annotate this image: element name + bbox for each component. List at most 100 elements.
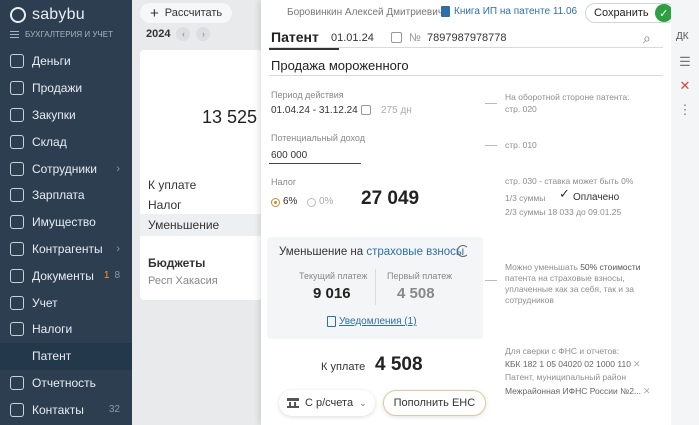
patent-number-field[interactable]: 7897987978778 (427, 32, 507, 44)
dk-button[interactable]: ДК (676, 31, 689, 42)
rate-0-radio[interactable] (307, 198, 316, 207)
budget-region: Респ Хакасия (148, 275, 218, 287)
check-icon: ✓ (654, 4, 673, 22)
notifications-link[interactable]: Уведомления (1) (339, 316, 417, 327)
sidebar-item-money[interactable]: Деньги (0, 48, 132, 75)
calendar-icon[interactable] (391, 32, 402, 43)
ifns-value[interactable]: Межрайонная ИФНС России №2... (505, 386, 641, 396)
paperclip-icon[interactable]: ⌕ (643, 30, 651, 47)
sidebar-item-contractors[interactable]: Контрагенты › (0, 236, 132, 263)
number-sign: № (409, 32, 421, 44)
reduction-note-line-3: уплаченные как за себя, так и за (505, 284, 635, 294)
warning-count: 1 (103, 270, 110, 282)
divider (269, 47, 663, 48)
sidebar-item-contacts[interactable]: Контакты 32 (0, 396, 132, 423)
year-label: 2024 (146, 28, 171, 40)
insurance-contributions-link[interactable]: страховые взносы (366, 246, 464, 258)
refresh-icon[interactable] (457, 245, 469, 257)
patent-panel: Боровинкин Алексей Дмитриевич Книга ИП н… (261, 0, 676, 425)
patent-municipality-note: Патент, муниципальный район (505, 372, 627, 382)
purchases-icon (10, 107, 24, 122)
sidebar-item-label: Закупки (32, 107, 76, 122)
first-payment-label: Первый платеж (387, 271, 453, 281)
calendar-icon[interactable] (361, 105, 371, 115)
sidebar-item-property[interactable]: Имущество (0, 209, 132, 236)
chevron-left-icon[interactable]: ‹ (176, 27, 191, 41)
sidebar-item-sales[interactable]: Продажи (0, 75, 132, 102)
sidebar-item-label: Склад (32, 134, 67, 149)
pay-from-account-dropdown[interactable]: С р/счета ⌄ (279, 390, 375, 416)
tax-amount: 27 049 (361, 188, 420, 209)
brand-name: sabybu (32, 6, 85, 23)
sidebar-item-patent[interactable]: Патент (0, 342, 132, 370)
current-payment-value: 9 016 (313, 285, 351, 302)
sidebar-item-accounting[interactable]: Учет (0, 289, 132, 316)
book-link[interactable]: Книга ИП на патенте 11.06 (441, 6, 577, 17)
reduction-note-text: Можно уменьшать (505, 262, 578, 272)
sidebar-item-documents[interactable]: Документы 1 8 (0, 262, 132, 289)
to-pay-amount: 4 508 (375, 354, 423, 375)
more-icon[interactable]: ⋮ (678, 102, 692, 118)
reduction-title: Уменьшение на страховые взносы (279, 246, 464, 258)
sidebar-item-label: Сотрудники (32, 161, 97, 176)
sidebar-item-label: Отчетность (32, 375, 96, 390)
fns-note: Для сверки с ФНС и отчетов: (505, 346, 620, 356)
connector-line (485, 280, 497, 281)
sidebar-item-label: Контрагенты (32, 241, 103, 256)
filter-icon[interactable]: ☰ (678, 54, 692, 70)
sidebar-item-taxes[interactable]: Налоги (0, 316, 132, 343)
summary-row-reduction[interactable]: Уменьшение (140, 214, 262, 236)
year-switcher: 2024 ‹ › (146, 27, 211, 41)
row-label: Уменьшение (148, 218, 220, 232)
save-button[interactable]: Сохранить ✓ (585, 3, 676, 23)
menu-icon (10, 31, 19, 38)
summary-row-to-pay[interactable]: К уплате (140, 174, 262, 196)
to-pay-label: К уплате (321, 361, 366, 373)
reduction-note-line-4: сотрудников (505, 295, 554, 305)
summary-row-tax[interactable]: Налог (140, 194, 262, 216)
sidebar-item-label: Деньги (32, 54, 71, 69)
tax-label: Налог (271, 177, 297, 187)
brand-logo[interactable]: sabybu (10, 4, 85, 26)
delete-icon[interactable]: ✕ (678, 78, 692, 94)
row-label: Налог (148, 198, 182, 212)
calculate-label: Рассчитать (164, 7, 223, 19)
sidebar-item-salary[interactable]: Зарплата (0, 182, 132, 209)
reports-icon (10, 375, 24, 390)
fill-ens-button[interactable]: Пополнить ЕНС (382, 390, 487, 416)
income-field[interactable]: 600 000 (271, 150, 307, 161)
sidebar: sabybu БУХГАЛТЕРИЯ И УЧЕТ Деньги Продажи… (0, 0, 132, 425)
sidebar-item-label: Зарплата (32, 188, 85, 203)
sidebar-item-employees[interactable]: Сотрудники › (0, 155, 132, 182)
taxpayer-name: Боровинкин Алексей Дмитриевич (287, 7, 444, 18)
reduction-note-line-2: патента на страховые взносы, (505, 273, 625, 283)
close-icon[interactable]: ✕ (643, 386, 651, 396)
chevron-right-icon[interactable]: › (196, 27, 211, 41)
rate-6-radio[interactable] (271, 198, 280, 207)
chevron-down-icon: ⌄ (359, 397, 367, 408)
app-subtitle[interactable]: БУХГАЛТЕРИЯ И УЧЕТ (10, 30, 113, 39)
sales-icon (10, 81, 24, 96)
sidebar-item-label: Учет (32, 295, 58, 310)
close-icon[interactable]: ✕ (633, 359, 641, 369)
budgets-card[interactable]: Бюджеты Респ Хакасия (140, 252, 262, 298)
sidebar-item-label: Имущество (32, 215, 96, 230)
sidebar-nav: Деньги Продажи Закупки Склад Сотрудники ›… (0, 48, 132, 423)
save-label: Сохранить (594, 7, 649, 19)
connector-line (485, 145, 497, 146)
period-field[interactable]: 01.04.24 - 31.12.24 (271, 105, 358, 116)
book-link-label: Книга ИП на патенте 11.06 (454, 6, 578, 17)
activity-description-field[interactable]: Продажа мороженного (271, 58, 409, 73)
kbk-value[interactable]: КБК 182 1 05 04020 02 1000 110 (505, 359, 631, 369)
current-payment-label: Текущий платеж (299, 271, 368, 281)
doc-date[interactable]: 01.01.24 (331, 32, 374, 44)
tax-third-label: 1/3 суммы (505, 193, 546, 203)
sidebar-item-purchases[interactable]: Закупки (0, 102, 132, 129)
ifns-row: Межрайонная ИФНС России №2... ✕ (505, 386, 651, 397)
salary-icon (10, 188, 24, 203)
sidebar-item-label: Продажи (32, 81, 83, 96)
sidebar-item-warehouse[interactable]: Склад (0, 128, 132, 155)
row-label: К уплате (148, 178, 197, 192)
calculate-button[interactable]: + Рассчитать (140, 3, 233, 23)
sidebar-item-reports[interactable]: Отчетность (0, 370, 132, 397)
